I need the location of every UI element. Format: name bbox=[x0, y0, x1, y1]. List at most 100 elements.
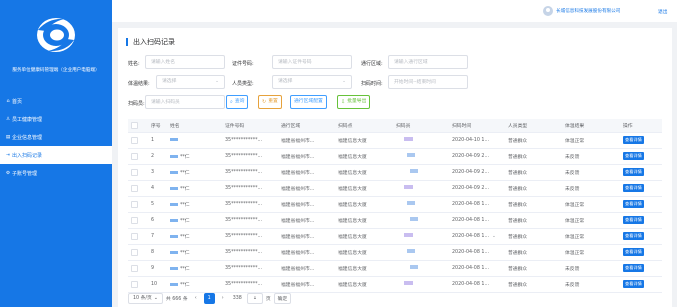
cell-id: 35***********... bbox=[222, 164, 278, 181]
row-checkbox[interactable] bbox=[128, 260, 148, 277]
cell-point: 福建信息大厦 bbox=[335, 196, 393, 213]
reset-button[interactable]: ↻ 重置 bbox=[258, 95, 282, 109]
view-detail-button[interactable]: 查看详情 bbox=[623, 184, 644, 192]
cell-scanner bbox=[393, 228, 449, 245]
time-range-input[interactable] bbox=[388, 75, 468, 89]
name-input[interactable] bbox=[145, 55, 225, 69]
temp-label: 体温结果: bbox=[128, 81, 150, 87]
cell-point: 福建信息大厦 bbox=[335, 212, 393, 229]
sidebar-item-label: 员工健康管理 bbox=[12, 116, 43, 123]
cell-type: 普通群众 bbox=[505, 212, 562, 229]
company-name[interactable]: 长城信息科技发展股份有限公司 bbox=[556, 8, 620, 14]
masked-name bbox=[170, 186, 178, 190]
cell-name: **仁 bbox=[167, 244, 222, 261]
cell-no: 10 bbox=[148, 276, 167, 293]
menu-icon: ▤ bbox=[5, 134, 11, 140]
row-checkbox[interactable] bbox=[128, 276, 148, 293]
view-detail-button[interactable]: 查看详情 bbox=[623, 248, 644, 256]
cell-time-text: 2020-04-08 1... bbox=[452, 249, 490, 255]
view-detail-button[interactable]: 查看详情 bbox=[623, 136, 644, 144]
view-detail-button[interactable]: 查看详情 bbox=[623, 216, 644, 224]
table-row: 7 **仁 35***********... 福建省福州市... 福建信息大厦 2020-… bbox=[128, 228, 662, 245]
cell-area: 福建省福州市... bbox=[278, 164, 335, 181]
page-number-current[interactable]: 1 bbox=[203, 292, 215, 304]
area-config-button[interactable]: 通行区域配置 bbox=[290, 95, 327, 109]
cell-time: 2020-04-08 1... bbox=[449, 196, 505, 213]
cell-name: **仁 bbox=[167, 196, 222, 213]
row-checkbox[interactable] bbox=[128, 196, 148, 213]
sidebar-item-3[interactable]: ⇥ 出入扫码记录 bbox=[0, 146, 112, 164]
chevron-down-icon: ⌄ bbox=[342, 79, 346, 84]
table-header-row: 序号 姓名 证件号码 通行区域 扫码点 扫码员 扫码时间 人员类型 体温结果 操… bbox=[128, 119, 662, 133]
total-count: 共 666 条 bbox=[165, 296, 188, 302]
view-detail-button[interactable]: 查看详情 bbox=[623, 280, 644, 288]
temp-select[interactable]: 请选择 ⌄ bbox=[156, 75, 225, 89]
sidebar-item-1[interactable]: ♙ 员工健康管理 bbox=[0, 110, 112, 128]
view-detail-button[interactable]: 查看详情 bbox=[623, 232, 644, 240]
cell-name-text: **仁 bbox=[180, 186, 190, 192]
masked-name bbox=[170, 137, 178, 141]
export-button-label: 批量导出 bbox=[347, 99, 367, 104]
id-number-input[interactable] bbox=[272, 55, 352, 69]
search-button[interactable]: ⌕ 查询 bbox=[226, 95, 249, 109]
masked-scanner bbox=[407, 249, 415, 254]
cell-scanner bbox=[393, 148, 449, 165]
main-content: 出入扫码记录 姓名: 证件号码: 通行区域: 体温结果: 请选择 ⌄ 人员类型:… bbox=[118, 28, 672, 307]
row-checkbox[interactable] bbox=[128, 228, 148, 245]
row-checkbox[interactable] bbox=[128, 180, 148, 197]
row-checkbox[interactable] bbox=[128, 148, 148, 165]
scanner-input[interactable] bbox=[145, 95, 225, 109]
table-row: 1 35***********... 福建省福州市... 福建信息大厦 2020-04-… bbox=[128, 132, 662, 149]
user-avatar-icon[interactable] bbox=[543, 6, 553, 16]
cell-temp: 体温正常 bbox=[562, 228, 620, 245]
view-detail-button[interactable]: 查看详情 bbox=[623, 264, 644, 272]
row-checkbox[interactable] bbox=[128, 164, 148, 181]
cell-scanner bbox=[393, 180, 449, 197]
sidebar-item-0[interactable]: ⌂ 首页 bbox=[0, 92, 112, 110]
type-select[interactable]: 请选择 ⌄ bbox=[272, 75, 352, 89]
cell-action: 查看详情 bbox=[620, 276, 662, 293]
cell-time-text: 2020-04-09 2... bbox=[452, 153, 490, 159]
cell-point: 福建信息大厦 bbox=[335, 276, 393, 293]
cell-area: 福建省福州市... bbox=[278, 244, 335, 261]
cell-area: 福建省福州市... bbox=[278, 228, 335, 245]
cell-point: 福建信息大厦 bbox=[335, 164, 393, 181]
row-checkbox[interactable] bbox=[128, 244, 148, 261]
area-input[interactable] bbox=[388, 55, 468, 69]
view-detail-button[interactable]: 查看详情 bbox=[623, 200, 644, 208]
cell-type: 普通群众 bbox=[505, 244, 562, 261]
page-title: 出入扫码记录 bbox=[126, 38, 175, 46]
refresh-icon: ↻ bbox=[262, 99, 267, 105]
sidebar-item-2[interactable]: ▤ 企业信息管理 bbox=[0, 128, 112, 146]
cell-area: 福建省福州市... bbox=[278, 196, 335, 213]
page-number-last[interactable]: 338 bbox=[231, 293, 244, 304]
prev-page-button[interactable]: ‹ bbox=[191, 293, 201, 304]
view-detail-button[interactable]: 查看详情 bbox=[623, 152, 644, 160]
cell-id: 35***********... bbox=[222, 148, 278, 165]
cell-no: 1 bbox=[148, 132, 167, 149]
cell-name-text: **仁 bbox=[180, 218, 190, 224]
pagination: 10 条/页 ⌄ 共 666 条 ‹ 1 › 338 页 确定 bbox=[128, 292, 292, 304]
page-jump-confirm-button[interactable]: 确定 bbox=[273, 292, 292, 304]
cell-action: 查看详情 bbox=[620, 228, 662, 245]
cell-time-text: 2020-04-10 1... bbox=[452, 137, 490, 143]
cell-point: 福建信息大厦 bbox=[335, 244, 393, 261]
cell-no: 3 bbox=[148, 164, 167, 181]
search-icon: ⌕ bbox=[230, 99, 233, 105]
row-checkbox[interactable] bbox=[128, 212, 148, 229]
col-header: 通行区域 bbox=[278, 119, 335, 133]
select-all-checkbox[interactable] bbox=[128, 119, 148, 133]
next-page-button[interactable]: › bbox=[218, 293, 228, 304]
cell-scanner bbox=[393, 260, 449, 277]
sidebar-item-4[interactable]: ⚙ 子账号管理 bbox=[0, 164, 112, 182]
temp-select-placeholder: 请选择 bbox=[162, 79, 177, 84]
cell-area: 福建省福州市... bbox=[278, 260, 335, 277]
masked-name bbox=[170, 282, 178, 286]
page-jump-input[interactable] bbox=[246, 292, 263, 304]
export-button[interactable]: ⇩ 批量导出 bbox=[337, 95, 371, 109]
row-checkbox[interactable] bbox=[128, 132, 148, 149]
cell-id: 35***********... bbox=[222, 212, 278, 229]
page-size-select[interactable]: 10 条/页 ⌄ bbox=[128, 292, 163, 304]
logout-link[interactable]: 退出 bbox=[658, 8, 668, 15]
view-detail-button[interactable]: 查看详情 bbox=[623, 168, 644, 176]
